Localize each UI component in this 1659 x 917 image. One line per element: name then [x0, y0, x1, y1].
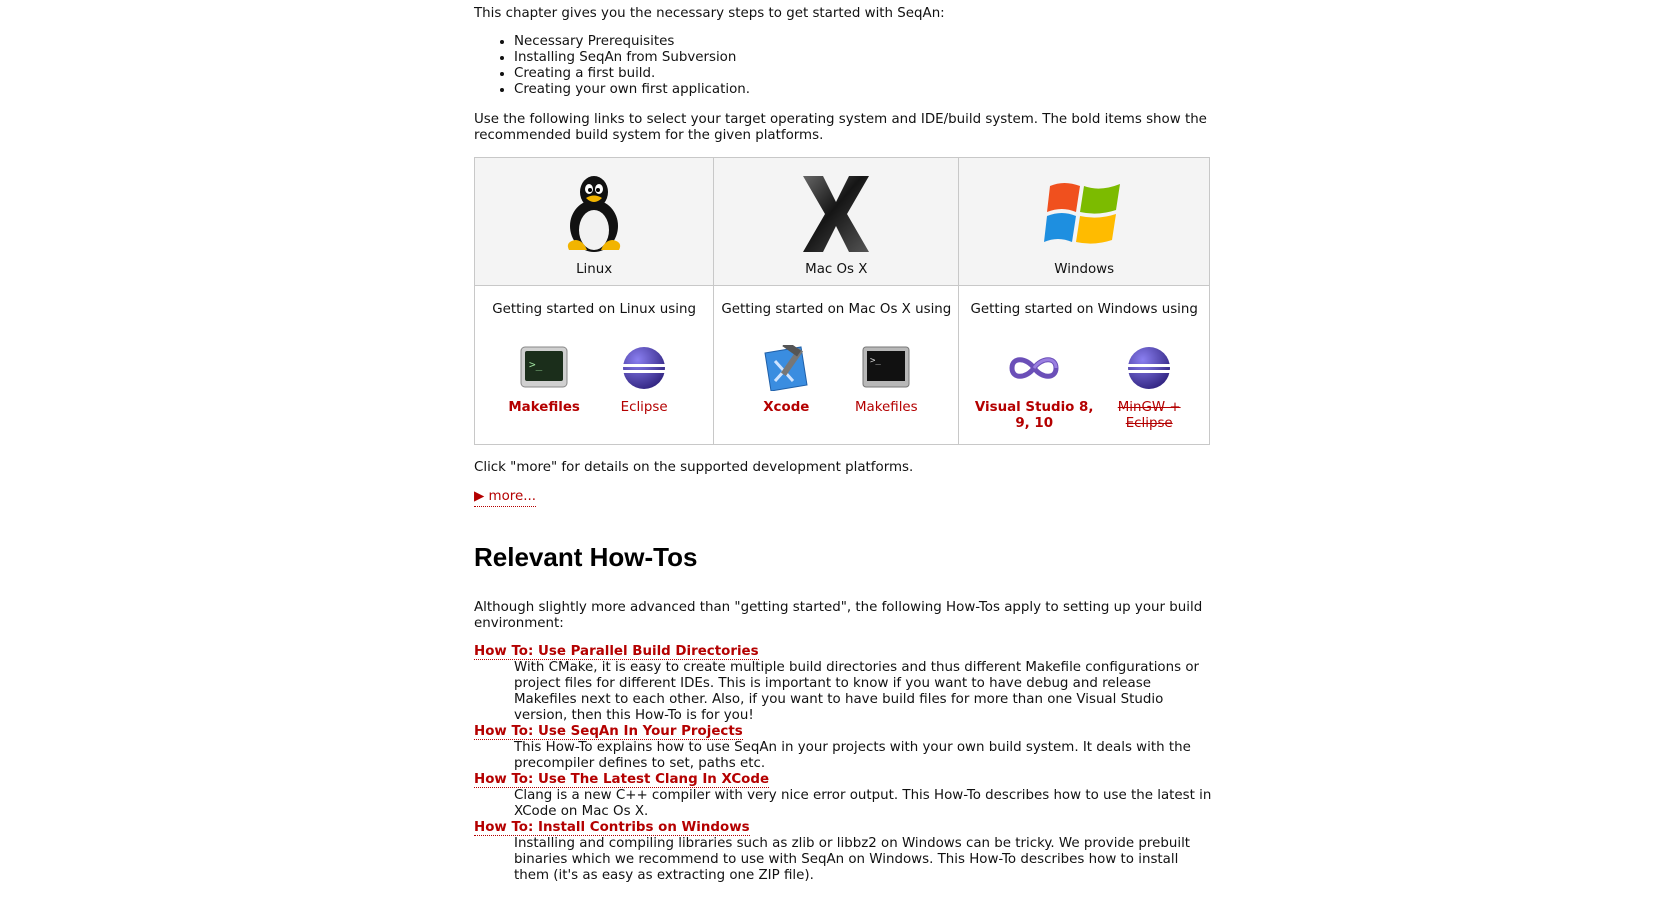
ide-link-linux-eclipse[interactable]: Eclipse — [594, 344, 694, 416]
ide-link-windows-mingw-eclipse[interactable]: MinGW + Eclipse — [1099, 344, 1199, 432]
os-cell-mac[interactable]: Mac Os X — [713, 157, 960, 286]
links-intro-text: Use the following links to select your t… — [474, 112, 1207, 143]
terminal-icon: >_ — [836, 344, 936, 392]
howto-title: How To: Use SeqAn In Your Projects — [474, 724, 1214, 740]
howto-desc: With CMake, it is easy to create multipl… — [514, 660, 1200, 723]
eclipse-icon — [1099, 344, 1199, 392]
start-text-windows: Getting started on Windows using — [970, 302, 1198, 317]
ide-label[interactable]: MinGW + Eclipse — [1111, 400, 1187, 432]
svg-text:>_: >_ — [870, 356, 881, 366]
intro-text: This chapter gives you the necessary ste… — [474, 6, 945, 21]
platform-table: Linux Mac Os X Windows Getting started o… — [473, 157, 1210, 445]
terminal-icon: >_ — [494, 344, 594, 392]
list-item: Creating a first build. — [514, 66, 750, 82]
howto-desc: Installing and compiling libraries such … — [514, 836, 1191, 883]
list-item: Installing SeqAn from Subversion — [514, 50, 750, 66]
ide-link-windows-visual-studio[interactable]: Visual Studio 8, 9, 10 — [969, 344, 1099, 432]
ide-label[interactable]: Visual Studio 8, 9, 10 — [969, 400, 1099, 432]
howto-list: How To: Use Parallel Build Directories W… — [474, 644, 1214, 884]
list-item: Necessary Prerequisites — [514, 34, 750, 50]
howto-link[interactable]: How To: Use SeqAn In Your Projects — [474, 724, 743, 740]
os-cell-linux[interactable]: Linux — [473, 157, 715, 286]
ide-label[interactable]: Makefiles — [508, 400, 580, 416]
xcode-icon — [736, 344, 836, 392]
ide-cell-mac: Getting started on Mac Os X using Xcode — [713, 285, 960, 445]
howto-title: How To: Use The Latest Clang In XCode — [474, 772, 1214, 788]
svg-text:>_: >_ — [529, 358, 543, 371]
list-item: Creating your own first application. — [514, 82, 750, 98]
howto-desc: This How-To explains how to use SeqAn in… — [514, 740, 1191, 771]
ide-link-linux-makefiles[interactable]: >_ Makefiles — [494, 344, 594, 416]
visual-studio-icon — [969, 344, 1099, 392]
os-row: Linux Mac Os X Windows — [473, 157, 1210, 286]
ide-row: Getting started on Linux using >_ Makefi… — [473, 285, 1210, 445]
howto-desc: Clang is a new C++ compiler with very ni… — [514, 788, 1212, 819]
ide-label[interactable]: Eclipse — [621, 400, 668, 416]
eclipse-icon — [594, 344, 694, 392]
howto-link[interactable]: How To: Use Parallel Build Directories — [474, 644, 759, 660]
ide-label[interactable]: Xcode — [763, 400, 809, 416]
more-toggle-link[interactable]: ▶ more... — [474, 489, 537, 507]
ide-cell-linux: Getting started on Linux using >_ Makefi… — [473, 285, 715, 445]
howto-title: How To: Use Parallel Build Directories — [474, 644, 1214, 660]
ide-label[interactable]: Makefiles — [855, 400, 918, 416]
os-name-linux: Linux — [576, 262, 613, 277]
os-cell-windows[interactable]: Windows — [958, 157, 1210, 286]
mac-os-x-icon — [714, 172, 958, 256]
section-heading: Relevant How-Tos — [474, 542, 698, 572]
ide-link-mac-xcode[interactable]: Xcode — [736, 344, 836, 416]
howto-link[interactable]: How To: Install Contribs on Windows — [474, 820, 750, 836]
os-name-windows: Windows — [1054, 262, 1115, 277]
os-name-mac: Mac Os X — [805, 262, 868, 277]
howto-title: How To: Install Contribs on Windows — [474, 820, 1214, 836]
start-text-linux: Getting started on Linux using — [492, 302, 696, 317]
ide-link-mac-makefiles[interactable]: >_ Makefiles — [836, 344, 936, 416]
linux-tux-icon — [475, 172, 713, 256]
howto-intro-text: Although slightly more advanced than "ge… — [474, 600, 1203, 631]
ide-cell-windows: Getting started on Windows using Visual … — [958, 285, 1210, 445]
windows-logo-icon — [959, 172, 1209, 256]
howto-link[interactable]: How To: Use The Latest Clang In XCode — [474, 772, 770, 788]
steps-list: Necessary Prerequisites Installing SeqAn… — [474, 34, 750, 98]
start-text-mac: Getting started on Mac Os X using — [721, 302, 952, 317]
click-more-text: Click "more" for details on the supporte… — [474, 460, 914, 475]
